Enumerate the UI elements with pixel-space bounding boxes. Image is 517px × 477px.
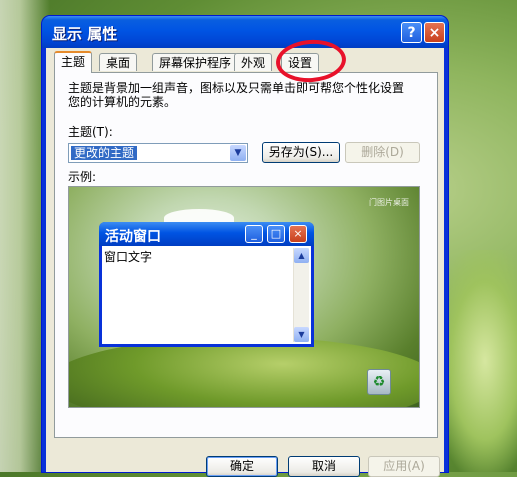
recycle-bin-icon: ♻ <box>367 369 391 395</box>
apply-button[interactable]: 应用(A) <box>368 456 440 477</box>
tab-screensaver[interactable]: 屏幕保护程序 <box>152 53 239 71</box>
theme-select-value: 更改的主题 <box>71 146 138 160</box>
tab-settings[interactable]: 设置 <box>281 53 320 71</box>
close-icon: × <box>289 225 307 243</box>
theme-description-line1: 主题是背景加一组声音，图标以及只需单击即可帮您个性化设置 <box>68 81 405 95</box>
dropdown-arrow-icon[interactable]: ▼ <box>230 145 246 161</box>
tab-desktop[interactable]: 桌面 <box>99 53 138 71</box>
dialog-client: 主题 桌面 屏幕保护程序 外观 设置 主题是背景加一组声音，图标以及只需单击即可… <box>46 48 444 477</box>
theme-label: 主题(T): <box>68 125 113 139</box>
themes-tab-panel: 主题是背景加一组声音，图标以及只需单击即可帮您个性化设置 您的计算机的元素。 主… <box>54 72 438 438</box>
theme-description-line2: 您的计算机的元素。 <box>68 95 177 109</box>
theme-preview: 门图片桌面 ♻ 活动窗口 _ □ × 窗口文字 ▲ ▼ <box>68 186 420 408</box>
scroll-down-icon: ▼ <box>294 327 309 342</box>
preview-scrollbar: ▲ ▼ <box>293 248 309 342</box>
theme-select[interactable]: 更改的主题 ▼ <box>68 143 248 163</box>
theme-description: 主题是背景加一组声音，图标以及只需单击即可帮您个性化设置 您的计算机的元素。 <box>68 81 428 109</box>
tab-themes[interactable]: 主题 <box>54 51 93 73</box>
desktop-background-blur <box>437 250 517 472</box>
preview-window-text: 窗口文字 <box>104 250 153 264</box>
minimize-icon: _ <box>245 225 263 243</box>
scroll-up-icon: ▲ <box>294 248 309 263</box>
maximize-icon: □ <box>267 225 285 243</box>
display-properties-dialog: 显示 属性 ? × 主题 桌面 屏幕保护程序 外观 设置 主题是背景加一组声音，… <box>42 16 448 477</box>
sample-label: 示例: <box>68 170 97 184</box>
cancel-button[interactable]: 取消 <box>288 456 360 477</box>
help-icon[interactable]: ? <box>401 22 422 43</box>
close-icon[interactable]: × <box>424 22 445 43</box>
preview-window-title: 活动窗口 <box>105 229 161 245</box>
ok-button[interactable]: 确定 <box>206 456 278 477</box>
window-title: 显示 属性 <box>52 25 118 43</box>
save-as-button[interactable]: 另存为(S)... <box>262 142 340 163</box>
title-bar[interactable]: 显示 属性 ? × <box>42 16 448 48</box>
delete-button[interactable]: 删除(D) <box>345 142 420 163</box>
tab-appearance[interactable]: 外观 <box>234 53 273 71</box>
preview-window-titlebar: 活动窗口 _ □ × <box>99 222 314 246</box>
preview-brand: 门图片桌面 <box>369 198 409 207</box>
preview-active-window: 活动窗口 _ □ × 窗口文字 ▲ ▼ <box>99 222 314 347</box>
preview-window-body: 窗口文字 ▲ ▼ <box>102 246 311 344</box>
